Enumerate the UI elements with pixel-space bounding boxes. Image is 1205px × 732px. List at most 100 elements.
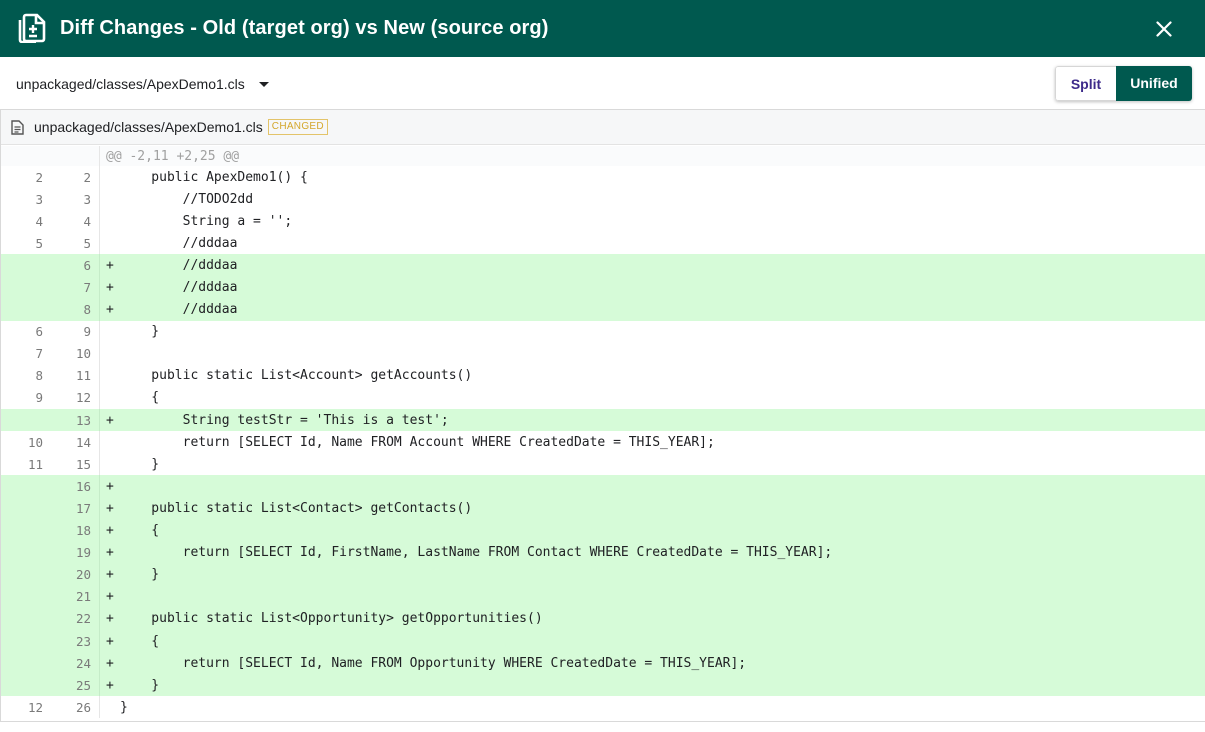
old-line-number: 2 [35,169,43,185]
diff-sign: + [106,655,114,671]
gutter-divider [99,563,100,586]
split-view-button[interactable]: Split [1055,66,1116,101]
new-line-number: 21 [75,589,91,605]
code-text: } [120,699,128,715]
diff-line-added: 17 + public static List<Contact> getConta… [1,497,1205,520]
code-text: return [SELECT Id, FirstName, LastName F… [120,545,833,561]
code-text: return [SELECT Id, Name FROM Account WHE… [120,434,715,450]
diff-sign: + [106,478,114,494]
old-line-number: 12 [27,699,43,715]
diff-line-added: 8 + //dddaa [1,298,1205,321]
diff-line-context: 7 10 [1,342,1205,365]
gutter-divider [99,607,100,630]
status-badge: CHANGED [267,119,328,135]
new-line-number: 19 [75,545,91,561]
diff-line-added: 7 + //dddaa [1,276,1205,299]
diff-line-context: 9 12 { [1,386,1205,410]
diff-line-added: 6 + //dddaa [1,254,1205,277]
gutter-divider [99,364,100,387]
code-text: { [120,523,160,539]
dialog-titlebar: Diff Changes - Old (target org) vs New (… [0,0,1205,57]
old-line-number: 6 [35,324,43,340]
diff-line-added: 22 + public static List<Opportunity> getO… [1,607,1205,630]
view-mode-toggle: Split Unified [1055,66,1192,101]
new-line-number: 12 [75,390,91,406]
diff-line-context: 4 4 String a = ''; [1,210,1205,233]
diff-line-added: 16 + [1,475,1205,498]
file-dropdown-value: unpackaged/classes/ApexDemo1.cls [16,76,245,92]
old-line-number: 8 [35,368,43,384]
code-text: //dddaa [120,235,238,251]
code-text: public static List<Opportunity> getOppor… [120,611,543,627]
code-text: } [120,324,160,340]
code-text: //dddaa [120,302,238,318]
diff-sign: + [106,545,114,561]
code-text: String testStr = 'This is a test'; [120,412,449,428]
diff-sign: + [106,500,114,516]
gutter-divider [99,475,100,498]
diff-panel: unpackaged/classes/ApexDemo1.cls CHANGED… [0,109,1205,722]
old-line-number: 11 [27,456,43,472]
dialog-title: Diff Changes - Old (target org) vs New (… [60,17,549,39]
new-line-number: 22 [75,611,91,627]
document-diff-icon [18,13,46,43]
new-line-number: 18 [75,523,91,539]
old-line-number: 10 [27,434,43,450]
file-icon [11,119,24,135]
gutter-divider [99,276,100,299]
gutter-divider [99,629,100,653]
diff-line-context: 11 15 } [1,453,1205,476]
gutter-divider [99,166,100,189]
gutter-divider [99,696,100,719]
new-line-number: 17 [75,500,91,516]
new-line-number: 11 [75,368,91,384]
diff-sign: + [106,633,114,649]
gutter-divider [99,210,100,233]
diff-sign: + [106,280,114,296]
diff-line-added: 19 + return [SELECT Id, FirstName, LastNa… [1,541,1205,564]
code-text: return [SELECT Id, Name FROM Opportunity… [120,655,747,671]
diff-line-context: 6 9 } [1,320,1205,343]
new-line-number: 4 [83,213,91,229]
diff-line-context: 12 26} [1,696,1205,719]
file-dropdown[interactable]: unpackaged/classes/ApexDemo1.cls [16,72,269,96]
new-line-number: 3 [83,191,91,207]
unified-view-button[interactable]: Unified [1116,66,1192,101]
new-line-number: 6 [83,257,91,273]
old-line-number: 4 [35,213,43,229]
diff-sign: + [106,412,114,428]
new-line-number: 15 [75,456,91,472]
code-text: { [120,390,160,406]
diff-sign: + [106,611,114,627]
gutter-divider [99,386,100,410]
code-text: //TODO2dd [120,191,254,207]
new-line-number: 20 [75,567,91,583]
diff-toolbar: unpackaged/classes/ApexDemo1.cls Split U… [0,57,1205,110]
diff-sign: + [106,589,114,605]
new-line-number: 5 [83,235,91,251]
code-text: public ApexDemo1() { [120,169,308,185]
file-header: unpackaged/classes/ApexDemo1.cls CHANGED [1,110,1205,145]
new-line-number: 25 [75,677,91,693]
diff-sign: + [106,302,114,318]
chevron-down-icon [258,81,269,87]
new-line-number: 13 [75,412,91,428]
gutter-divider [99,320,100,343]
code-text: } [120,677,160,693]
gutter-divider [99,541,100,564]
new-line-number: 7 [83,280,91,296]
close-button[interactable] [1148,13,1179,44]
code-text: String a = ''; [120,213,293,229]
diff-line-context: 3 3 //TODO2dd [1,188,1205,211]
diff-line-added: 24 + return [SELECT Id, Name FROM Opportu… [1,652,1205,675]
gutter-divider [99,453,100,476]
gutter-divider [99,342,100,365]
diff-line-context: 8 11 public static List<Account> getAccou… [1,364,1205,387]
code-text: public static List<Contact> getContacts(… [120,500,473,516]
code-text: //dddaa [120,257,238,273]
diff-sign: + [106,567,114,583]
gutter-divider [99,674,100,697]
gutter-divider [99,431,100,454]
new-line-number: 23 [75,633,91,649]
diff-line-added: 20 + } [1,563,1205,586]
